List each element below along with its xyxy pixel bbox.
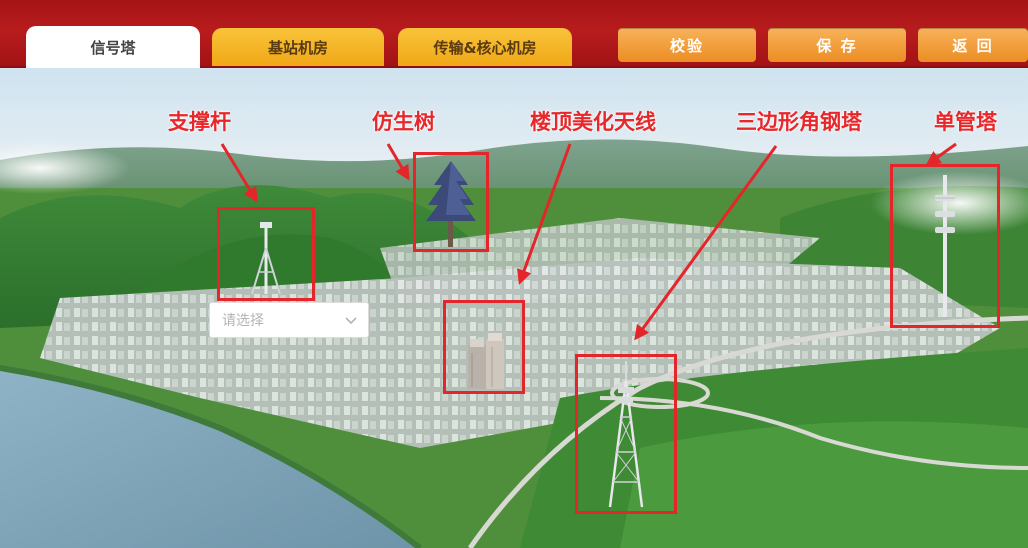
label-monopole-tower[interactable]: 单管塔 [934,106,997,136]
save-button[interactable]: 保 存 [768,28,906,62]
tab-label: 信号塔 [90,38,136,57]
option-rooftop-antenna[interactable] [443,300,525,394]
label-support-pole[interactable]: 支撑杆 [168,106,231,136]
monopole-tower-icon [935,175,955,317]
tab-label: 传输&核心机房 [433,38,537,57]
option-support-pole[interactable] [217,207,315,301]
select-placeholder: 请选择 [222,313,264,329]
save-button-label: 保 存 [816,36,858,55]
tab-label: 基站机房 [267,38,328,57]
tab-signal-tower[interactable]: 信号塔 [26,26,200,68]
label-bionic-tree[interactable]: 仿生树 [372,106,435,136]
rooftop-camouflaged-antenna-icon [468,333,504,389]
verify-button-label: 校验 [669,36,704,55]
label-triangular-steel-tower[interactable]: 三边形角钢塔 [736,106,862,136]
tab-base-station-room[interactable]: 基站机房 [212,28,384,66]
verify-button[interactable]: 校验 [618,28,756,62]
label-rooftop-antenna[interactable]: 楼顶美化天线 [530,106,656,136]
option-triangular-steel-tower[interactable] [575,354,677,514]
header-bar: 信号塔 基站机房 传输&核心机房 校验 保 存 返 回 [0,0,1028,68]
back-button[interactable]: 返 回 [918,28,1028,62]
tower-selection-page: 信号塔 基站机房 传输&核心机房 校验 保 存 返 回 支撑杆 仿生树 楼顶美化… [0,0,1028,548]
option-monopole-tower[interactable] [890,164,1000,328]
chevron-down-icon [345,317,357,325]
aerial-city-scene: 支撑杆 仿生树 楼顶美化天线 三边形角钢塔 单管塔 请选择 [0,68,1028,548]
tower-type-select[interactable]: 请选择 [209,302,369,338]
option-bionic-tree[interactable] [413,152,489,252]
back-button-label: 返 回 [952,36,994,55]
tab-transmission-core-room[interactable]: 传输&核心机房 [398,28,572,66]
bionic-tree-icon [426,161,476,247]
support-pole-icon [251,222,281,295]
triangular-angle-steel-tower-icon [608,361,644,508]
